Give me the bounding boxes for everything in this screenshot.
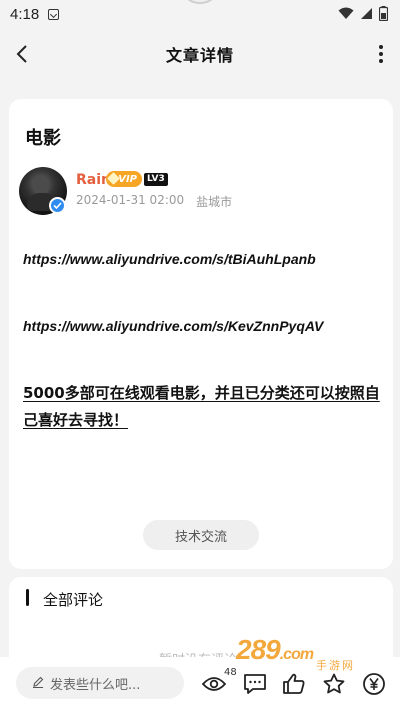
status-bar: 4:18 — [0, 0, 400, 28]
article-card: 电影 Rain VIP LV3 2024-01-31 02:00 盐城市 htt… — [9, 99, 393, 569]
article-body: 5000多部可在线观看电影，并且已分类还可以按照自己喜好去寻找！ — [23, 384, 380, 429]
verified-icon — [49, 197, 66, 214]
pen-icon — [33, 676, 44, 688]
article-link[interactable]: https://www.aliyundrive.com/s/tBiAuhLpan… — [23, 251, 316, 267]
view-count: 48 — [224, 667, 237, 678]
comment-icon — [244, 674, 266, 694]
eye-icon — [202, 677, 226, 691]
vip-badge: VIP — [106, 171, 142, 187]
post-location: 盐城市 — [196, 195, 233, 209]
status-time: 4:18 — [10, 5, 40, 23]
article-link[interactable]: https://www.aliyundrive.com/s/KevZnnPyqA… — [23, 318, 323, 334]
comment-input-placeholder: 发表些什么吧... — [50, 677, 141, 693]
back-button[interactable] — [10, 42, 34, 66]
notification-icon — [48, 8, 60, 20]
section-marker — [26, 589, 29, 606]
post-meta: 2024-01-31 02:00 盐城市 — [76, 193, 232, 210]
level-badge: LV3 — [144, 173, 168, 186]
like-button[interactable] — [281, 671, 307, 697]
topic-tag[interactable]: 技术交流 — [143, 520, 259, 550]
signal-icon — [361, 8, 372, 19]
star-icon — [323, 673, 345, 694]
status-indicators — [338, 6, 388, 21]
watermark-logo: 289.com — [236, 634, 314, 666]
favorite-button[interactable] — [321, 671, 347, 697]
reward-button[interactable] — [361, 671, 387, 697]
back-arrow-icon — [16, 45, 27, 63]
post-date: 2024-01-31 02:00 — [76, 193, 185, 207]
comments-heading: 全部评论 — [43, 591, 104, 609]
watermark-sub: 手游网 — [316, 659, 355, 672]
wifi-icon — [338, 7, 354, 19]
app-header: 文章详情 — [0, 28, 400, 80]
page-title: 文章详情 — [165, 46, 234, 65]
more-vertical-icon[interactable] — [376, 42, 386, 66]
article-title: 电影 — [25, 128, 61, 149]
battery-icon — [379, 6, 388, 21]
comment-button[interactable] — [242, 671, 268, 697]
like-icon — [283, 673, 305, 694]
yen-icon — [363, 673, 385, 695]
watermark-brand: 289 — [236, 634, 281, 665]
camera-notch — [181, 0, 219, 4]
comment-input[interactable]: 发表些什么吧... — [16, 667, 184, 699]
watermark-suffix: .com — [279, 646, 314, 663]
